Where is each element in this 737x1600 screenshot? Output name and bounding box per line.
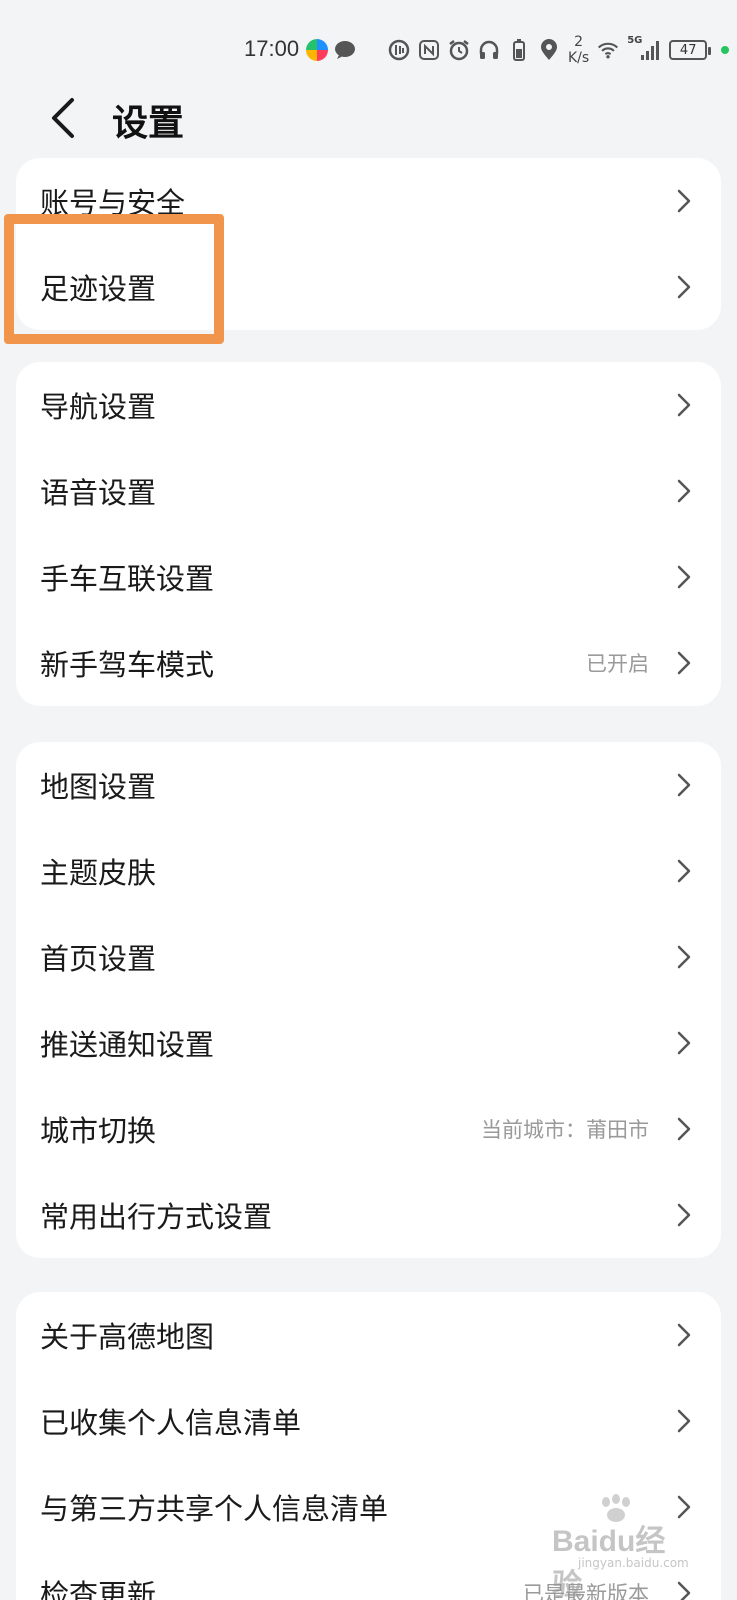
wifi-icon bbox=[597, 39, 619, 61]
network-speed-value: 2 bbox=[574, 34, 584, 50]
chevron-right-icon bbox=[677, 1323, 691, 1347]
settings-row-about[interactable]: 关于高德地图 bbox=[16, 1292, 721, 1378]
back-button[interactable] bbox=[40, 92, 84, 144]
settings-row-label: 关于高德地图 bbox=[40, 1320, 215, 1354]
status-time: 17:00 bbox=[244, 36, 300, 61]
settings-row-homepage[interactable]: 首页设置 bbox=[16, 914, 721, 1000]
location-icon bbox=[538, 39, 560, 61]
watermark-subtext: jingyan.baidu.com bbox=[578, 1556, 689, 1570]
settings-row-label: 导航设置 bbox=[40, 390, 157, 424]
network-speed: 2 K/s bbox=[568, 34, 589, 66]
chevron-right-icon bbox=[677, 189, 691, 213]
page-title: 设置 bbox=[112, 103, 185, 144]
data-saver-icon bbox=[388, 39, 410, 61]
settings-section-navigation: 导航设置 语音设置 手车互联设置 新手驾车模式 已开启 bbox=[16, 362, 721, 706]
settings-row-travel-mode[interactable]: 常用出行方式设置 bbox=[16, 1172, 721, 1258]
chevron-right-icon bbox=[677, 773, 691, 797]
battery-indicator: 47 bbox=[669, 40, 712, 60]
settings-row-label: 检查更新 bbox=[40, 1578, 157, 1600]
app-notification-icon bbox=[306, 39, 328, 61]
settings-row-label: 常用出行方式设置 bbox=[40, 1200, 273, 1234]
cellular-signal-icon: 5G bbox=[627, 35, 661, 61]
chevron-right-icon bbox=[677, 945, 691, 969]
chevron-right-icon bbox=[677, 565, 691, 589]
settings-row-label: 与第三方共享个人信息清单 bbox=[40, 1492, 389, 1526]
settings-section-map: 地图设置 主题皮肤 首页设置 推送通知设置 城市切换 当前城市：莆田市 常用出行… bbox=[16, 742, 721, 1258]
settings-row-label: 语音设置 bbox=[40, 476, 157, 510]
settings-row-label: 推送通知设置 bbox=[40, 1028, 215, 1062]
settings-row-label: 手车互联设置 bbox=[40, 562, 215, 596]
nfc-icon bbox=[418, 39, 440, 61]
settings-row-label: 足迹设置 bbox=[40, 272, 157, 306]
message-icon bbox=[334, 39, 356, 61]
settings-row-label: 首页设置 bbox=[40, 942, 157, 976]
signal-type: 5G bbox=[627, 35, 643, 46]
headphones-icon bbox=[478, 39, 500, 61]
settings-row-label: 主题皮肤 bbox=[40, 856, 157, 890]
chevron-right-icon bbox=[677, 859, 691, 883]
chevron-right-icon bbox=[677, 275, 691, 299]
settings-row-novice-driving[interactable]: 新手驾车模式 已开启 bbox=[16, 620, 721, 706]
status-bar: 17:00 2 K/s 5G 47 bbox=[0, 0, 737, 100]
settings-row-footprint[interactable]: 足迹设置 bbox=[16, 244, 721, 330]
settings-row-map[interactable]: 地图设置 bbox=[16, 742, 721, 828]
settings-row-label: 地图设置 bbox=[40, 770, 157, 804]
settings-row-value: 当前城市：莆田市 bbox=[481, 1118, 649, 1142]
settings-row-city-switch[interactable]: 城市切换 当前城市：莆田市 bbox=[16, 1086, 721, 1172]
baidu-watermark: Baidu经验 jingyan.baidu.com bbox=[552, 1494, 692, 1600]
settings-section-account: 账号与安全 足迹设置 bbox=[16, 158, 721, 330]
settings-row-phone-car-link[interactable]: 手车互联设置 bbox=[16, 534, 721, 620]
settings-row-label: 账号与安全 bbox=[40, 186, 186, 220]
settings-row-navigation[interactable]: 导航设置 bbox=[16, 362, 721, 448]
settings-row-push-notifications[interactable]: 推送通知设置 bbox=[16, 1000, 721, 1086]
privacy-indicator-dot bbox=[721, 46, 730, 54]
chevron-right-icon bbox=[677, 393, 691, 417]
settings-row-collected-info[interactable]: 已收集个人信息清单 bbox=[16, 1378, 721, 1464]
network-speed-unit: K/s bbox=[568, 50, 590, 66]
settings-row-label: 已收集个人信息清单 bbox=[40, 1406, 302, 1440]
chevron-right-icon bbox=[677, 651, 691, 675]
settings-row-voice[interactable]: 语音设置 bbox=[16, 448, 721, 534]
chevron-right-icon bbox=[677, 1031, 691, 1055]
device-battery-icon bbox=[508, 39, 530, 61]
settings-row-theme[interactable]: 主题皮肤 bbox=[16, 828, 721, 914]
battery-level: 47 bbox=[679, 42, 697, 58]
settings-row-label: 新手驾车模式 bbox=[40, 648, 215, 682]
back-arrow-icon bbox=[52, 98, 74, 138]
chevron-right-icon bbox=[677, 1117, 691, 1141]
settings-row-account-security[interactable]: 账号与安全 bbox=[16, 158, 721, 244]
alarm-icon bbox=[448, 39, 470, 61]
chevron-right-icon bbox=[677, 1203, 691, 1227]
settings-row-label: 城市切换 bbox=[40, 1114, 157, 1148]
chevron-right-icon bbox=[677, 479, 691, 503]
chevron-right-icon bbox=[677, 1409, 691, 1433]
header: 设置 bbox=[0, 88, 737, 148]
settings-row-value: 已开启 bbox=[586, 652, 649, 676]
